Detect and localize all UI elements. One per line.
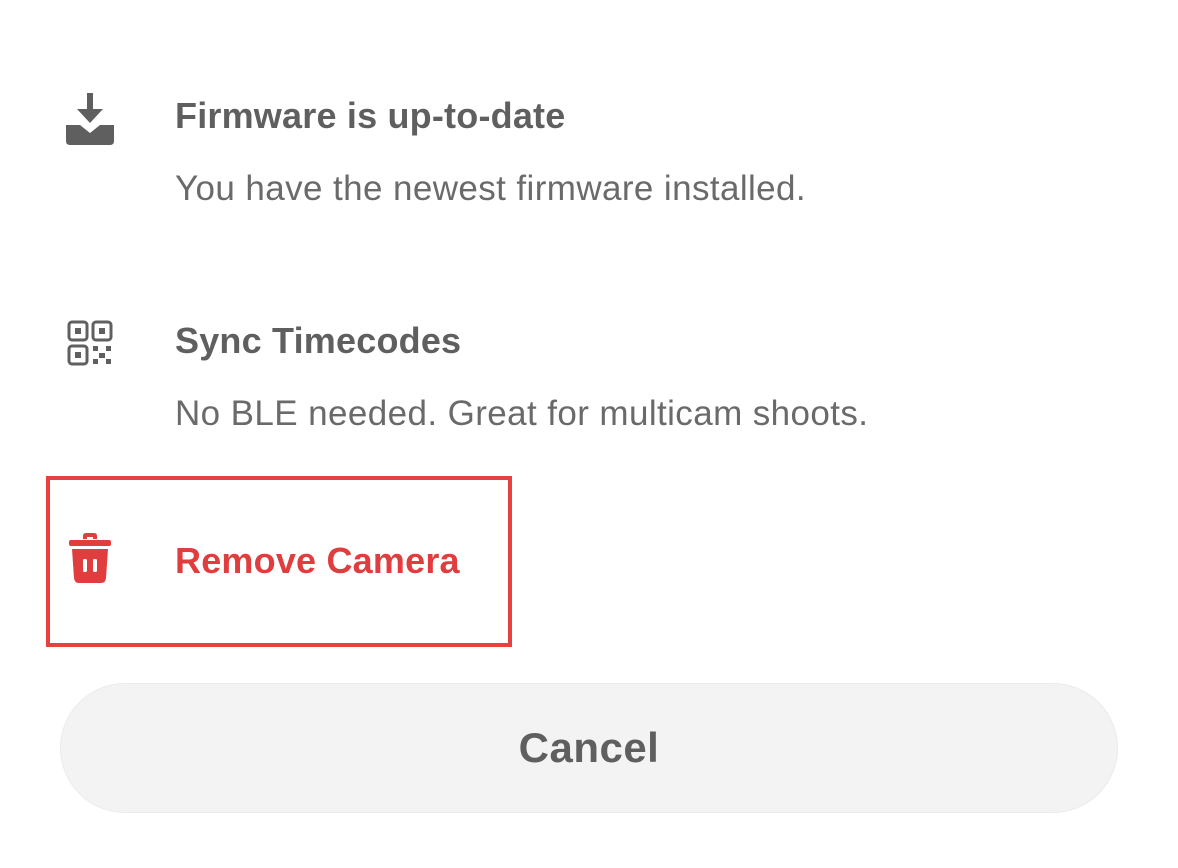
action-sheet: Firmware is up-to-date You have the newe…	[0, 0, 1178, 868]
sync-timecodes-option[interactable]: Sync Timecodes No BLE needed. Great for …	[0, 310, 1178, 450]
sync-timecodes-subtitle: No BLE needed. Great for multicam shoots…	[175, 394, 869, 433]
firmware-status-option[interactable]: Firmware is up-to-date You have the newe…	[0, 85, 1178, 225]
trash-icon	[60, 528, 120, 588]
remove-camera-label: Remove Camera	[175, 540, 460, 581]
sync-timecodes-title: Sync Timecodes	[175, 320, 462, 361]
qr-code-icon	[60, 316, 120, 376]
firmware-title: Firmware is up-to-date	[175, 95, 566, 136]
cancel-label: Cancel	[518, 724, 660, 771]
download-icon	[60, 89, 120, 149]
cancel-button[interactable]: Cancel	[60, 683, 1118, 813]
remove-camera-button[interactable]: Remove Camera	[0, 510, 1178, 620]
firmware-subtitle: You have the newest firmware installed.	[175, 169, 807, 208]
